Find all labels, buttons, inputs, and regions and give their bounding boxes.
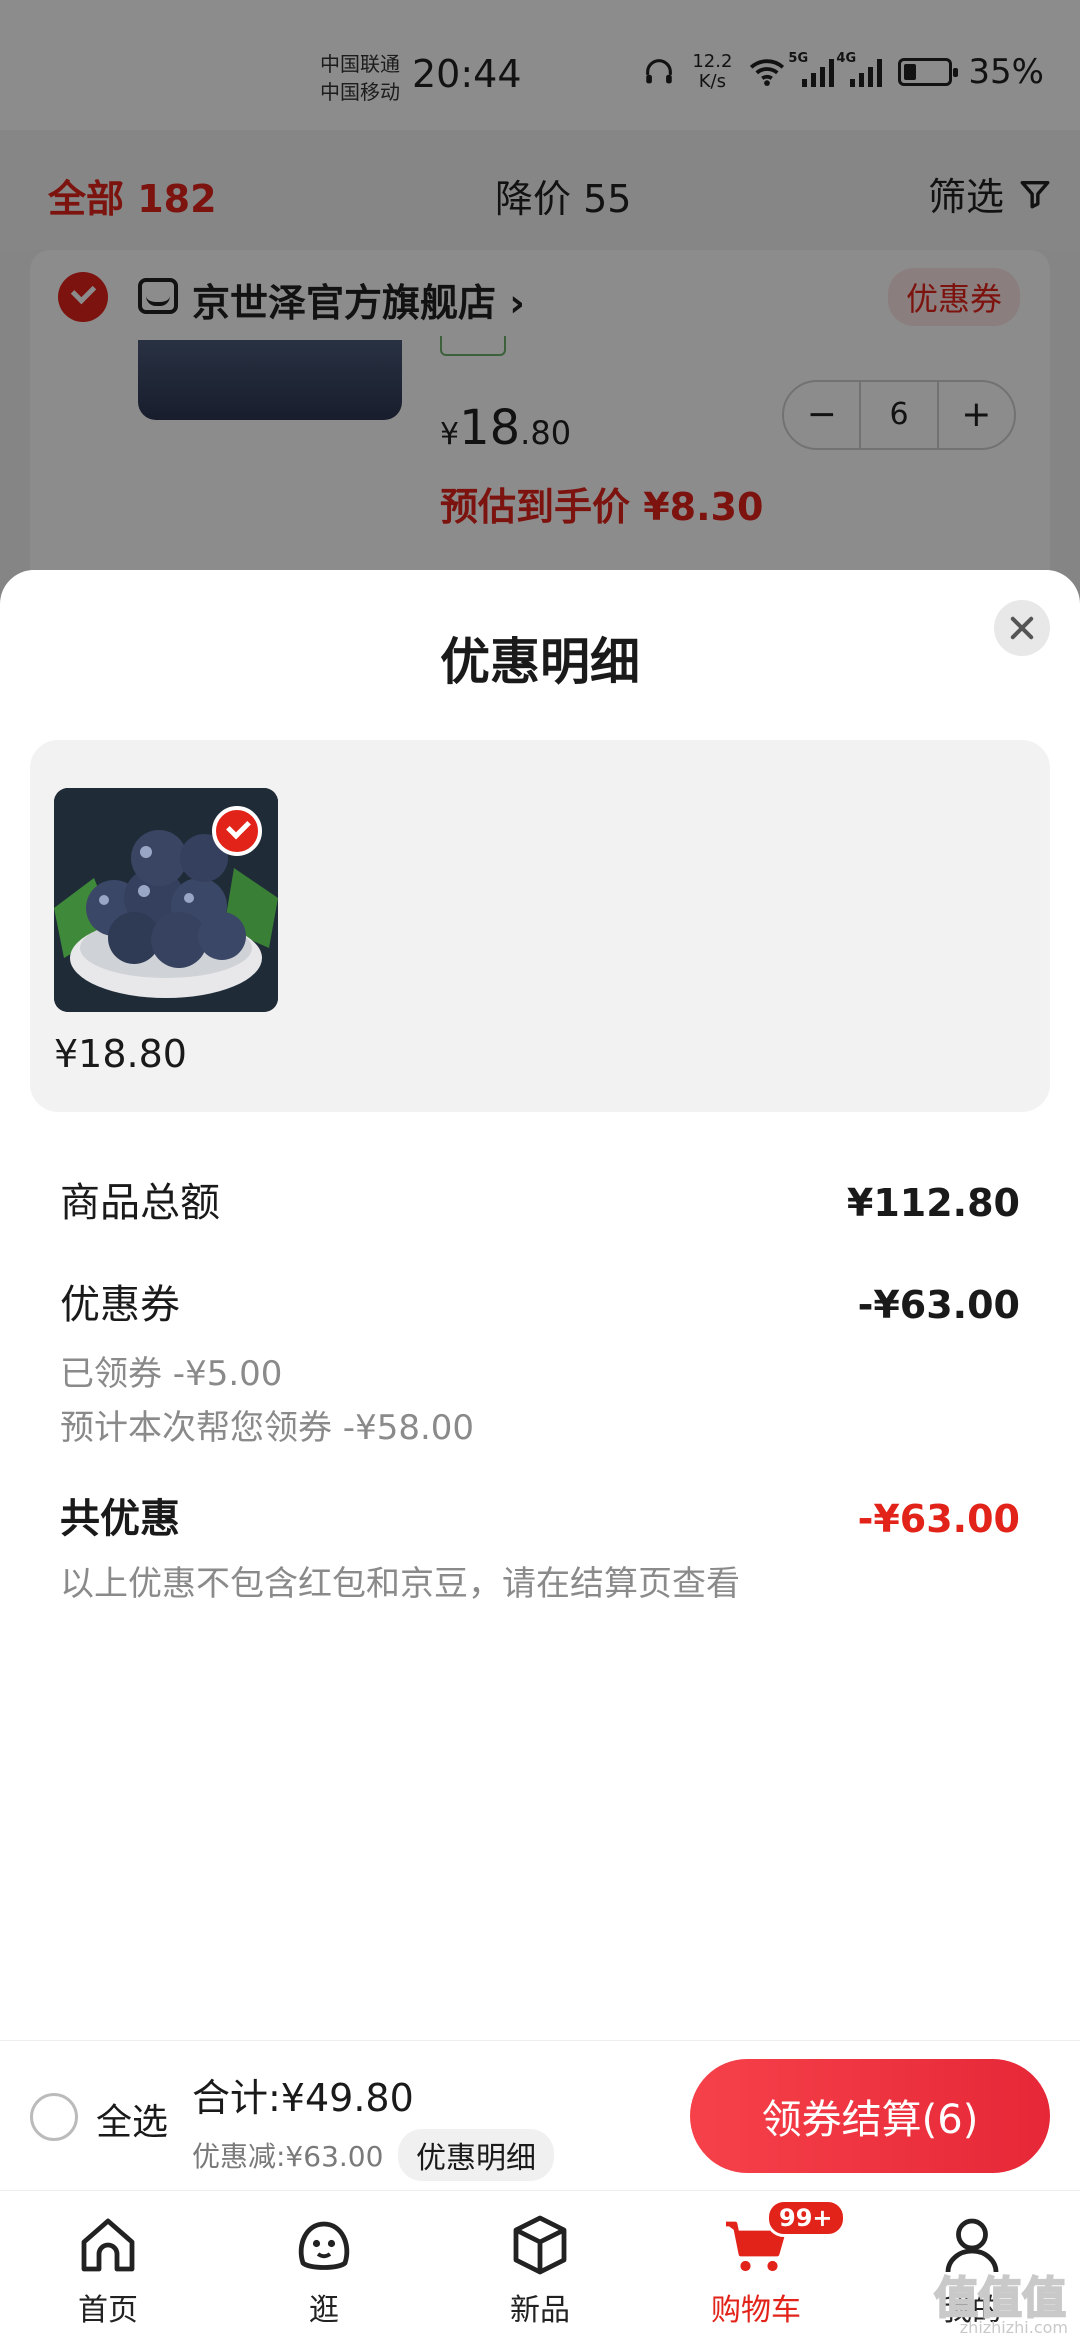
total-discount-value: -¥63.00	[857, 1497, 1020, 1541]
item-selected-check	[212, 806, 262, 856]
coupon-value: -¥63.00	[857, 1283, 1020, 1327]
total-discount-label: 共优惠	[60, 1496, 180, 1542]
tab-cart[interactable]: 购物车 99+	[648, 2191, 864, 2340]
settlement-bar: 全选 合计:¥49.80 优惠减:¥63.00 优惠明细 领券结算(6)	[0, 2040, 1080, 2190]
checkout-button[interactable]: 领券结算(6)	[690, 2059, 1050, 2173]
site-watermark: 值值值	[933, 2272, 1067, 2325]
claimed-coupon-line: 已领券 -¥5.00	[60, 1354, 283, 1394]
select-all-label[interactable]: 全选	[96, 2093, 168, 2145]
discount-note: 以上优惠不包含红包和京豆，请在结算页查看	[60, 1564, 740, 1604]
site-watermark-url: zhizhizhi.com	[959, 2318, 1068, 2337]
total-discount-row: 共优惠 -¥63.00	[60, 1486, 1020, 1544]
auto-claim-line: 预计本次帮您领券 -¥58.00	[60, 1408, 475, 1448]
goods-total-value: ¥112.80	[846, 1181, 1020, 1225]
item-price: ¥18.80	[54, 1032, 187, 1076]
tab-home-label: 首页	[78, 2293, 138, 2328]
tab-browse-label: 逛	[309, 2293, 339, 2328]
total-amount: 合计:¥49.80	[192, 2076, 414, 2120]
cart-count-badge: 99+	[766, 2199, 846, 2237]
goods-total-label: 商品总额	[60, 1180, 220, 1226]
tab-cart-label: 购物车	[711, 2293, 801, 2328]
close-button[interactable]	[994, 600, 1050, 656]
tab-new[interactable]: 新品	[432, 2191, 648, 2340]
tab-home[interactable]: 首页	[0, 2191, 216, 2340]
bottom-tab-bar: 首页 逛 新品 购物车 99+ 我的	[0, 2190, 1080, 2340]
sheet-title: 优惠明细	[440, 633, 640, 691]
coupon-label: 优惠券	[60, 1282, 180, 1328]
home-icon	[81, 2218, 135, 2272]
discount-amount: 优惠减:¥63.00	[192, 2140, 384, 2173]
browse-face-icon	[298, 2221, 350, 2270]
tab-new-label: 新品	[510, 2293, 570, 2328]
items-panel: ¥18.80	[30, 740, 1050, 1112]
tab-browse[interactable]: 逛	[216, 2191, 432, 2340]
box-icon	[513, 2215, 567, 2275]
goods-total-row: 商品总额 ¥112.80	[60, 1170, 1020, 1228]
blueberry-product-image[interactable]	[54, 788, 278, 1012]
select-all-checkbox[interactable]	[30, 2093, 78, 2141]
coupon-row: 优惠券 -¥63.00	[60, 1272, 1020, 1330]
discount-detail-button[interactable]: 优惠明细	[398, 2129, 554, 2181]
